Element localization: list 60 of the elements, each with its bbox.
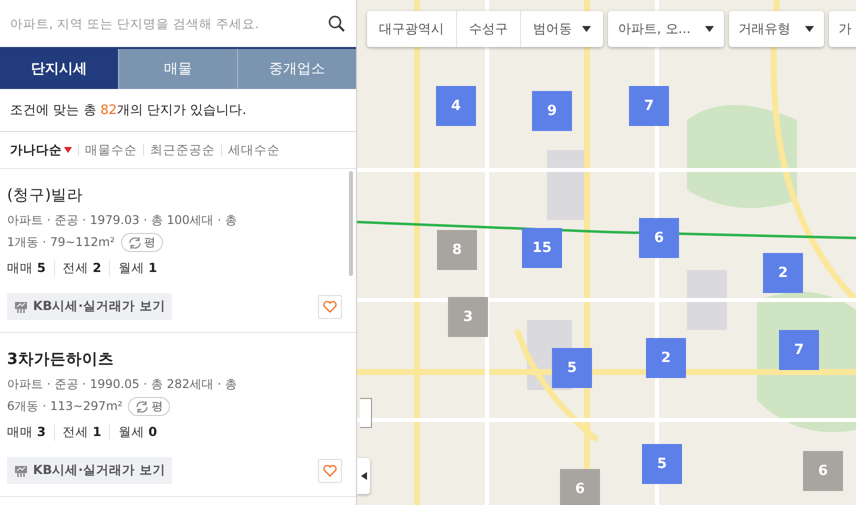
deal-count: 전세 1 (54, 424, 110, 441)
kb-price-button[interactable]: KB시세·실거래가 보기 (7, 457, 172, 484)
complex-size: 1개동 · 79~112m² (7, 234, 115, 251)
unit-toggle[interactable]: 평 (128, 397, 170, 416)
sort-option[interactable]: 세대수순 (221, 144, 286, 156)
sort-option[interactable]: 가나다순 (10, 144, 78, 156)
favorite-button[interactable] (318, 294, 342, 318)
sort-option[interactable]: 최근준공순 (143, 144, 221, 156)
tab[interactable]: 중개업소 (237, 49, 356, 89)
result-count-text: 조건에 맞는 총 82개의 단지가 있습니다. (0, 89, 356, 132)
map-cluster-marker[interactable]: 15 (522, 228, 562, 268)
deal-count: 전세 2 (54, 260, 110, 277)
map-cluster-marker[interactable]: 6 (560, 469, 600, 505)
map-cluster-marker[interactable]: 5 (552, 348, 592, 388)
map-cluster-marker[interactable]: 7 (779, 330, 819, 370)
unit-toggle[interactable]: 평 (120, 233, 163, 252)
map-cluster-marker[interactable]: 9 (532, 91, 572, 131)
scrollbar[interactable] (349, 171, 353, 276)
caret-icon (64, 147, 72, 153)
refresh-icon (128, 236, 142, 248)
map-handle[interactable] (360, 398, 372, 428)
collapse-button[interactable] (357, 458, 370, 494)
refresh-icon (135, 400, 150, 412)
deal-count: 월세 0 (109, 424, 166, 441)
sort-option[interactable]: 매물수순 (78, 144, 143, 156)
map-cluster-marker[interactable]: 2 (646, 338, 686, 378)
map-cluster-marker[interactable]: 4 (436, 86, 476, 126)
complex-name[interactable]: (청구)빌라 (7, 185, 322, 206)
filter-dropdown[interactable]: 거래유형 (728, 11, 824, 47)
triangle-left-icon (360, 472, 366, 480)
complex-info: 아파트 · 준공 · 1990.05 · 총 282세대 · 총 (7, 376, 238, 393)
caret-icon (582, 26, 591, 32)
breadcrumb-item[interactable]: 대구광역시 (367, 11, 456, 47)
complex-size: 6개동 · 113~297m² (7, 398, 122, 415)
caret-icon (804, 26, 814, 32)
caret-icon (704, 26, 714, 32)
complex-name[interactable]: 3차가든하이츠 (7, 349, 322, 370)
chart-icon (14, 464, 28, 476)
filter-dropdown[interactable]: 아파트, 오... (608, 11, 724, 47)
deal-count: 매매 5 (7, 260, 47, 277)
kb-price-button[interactable]: KB시세·실거래가 보기 (7, 293, 172, 320)
map-cluster-marker[interactable]: 6 (639, 218, 679, 258)
deal-count: 매매 3 (7, 424, 47, 441)
deal-count: 월세 1 (109, 260, 166, 277)
chart-icon (14, 300, 28, 312)
filter-dropdown[interactable]: 가 (828, 11, 856, 47)
complex-info: 아파트 · 준공 · 1979.03 · 총 100세대 · 총 (7, 212, 238, 229)
tab[interactable]: 단지시세 (0, 49, 118, 89)
map-cluster-marker[interactable]: 8 (437, 230, 477, 270)
search-field[interactable]: 아파트, 지역 또는 단지명을 검색해 주세요. (10, 8, 320, 38)
map-cluster-marker[interactable]: 2 (763, 253, 803, 293)
map-cluster-marker[interactable]: 5 (642, 444, 682, 484)
tab[interactable]: 매물 (118, 49, 237, 89)
search-icon[interactable] (328, 14, 346, 32)
map-cluster-marker[interactable]: 7 (629, 86, 669, 126)
breadcrumb-item[interactable]: 수성구 (456, 11, 520, 47)
breadcrumb-item[interactable]: 범어동 (520, 11, 603, 47)
map-cluster-marker[interactable]: 6 (803, 451, 843, 491)
map-cluster-marker[interactable]: 3 (448, 297, 488, 337)
favorite-button[interactable] (318, 458, 342, 482)
